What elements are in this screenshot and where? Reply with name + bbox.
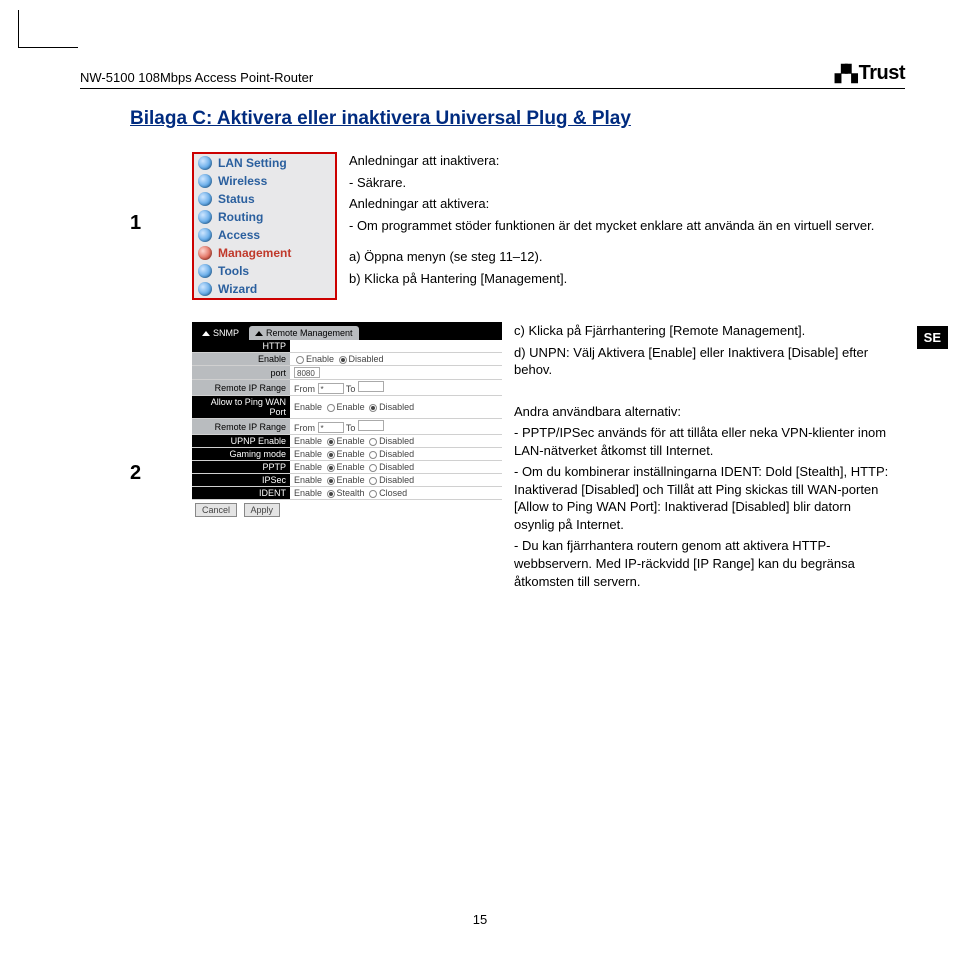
step-1-figure: LAN Setting Wireless Status Routing Acce… — [192, 152, 337, 300]
bullet-icon — [198, 264, 212, 278]
text-line: Anledningar att aktivera: — [349, 195, 894, 213]
row-gaming-value: Enable Enable Disabled — [290, 448, 502, 461]
row-allowping-value: Enable Enable Disabled — [290, 396, 502, 419]
ip-to-input — [358, 381, 384, 392]
radio-icon — [327, 451, 335, 459]
row-gaming: Gaming mode — [192, 448, 290, 461]
brand-logo: ▞▚ Trust — [835, 62, 905, 85]
row-iprange2-value: From * To — [290, 419, 502, 435]
row-http: HTTP — [192, 340, 290, 353]
row-iprange: Remote IP Range — [192, 380, 290, 396]
row-ipsec-value: Enable Enable Disabled — [290, 474, 502, 487]
text-line: - PPTP/IPSec används för att tillåta ell… — [514, 424, 894, 459]
radio-icon — [369, 451, 377, 459]
radio-icon — [369, 438, 377, 446]
menu-item-wizard: Wizard — [194, 280, 335, 298]
panel-button-row: Cancel Apply — [192, 500, 502, 520]
row-port: port — [192, 366, 290, 380]
triangle-icon — [202, 331, 210, 336]
row-enable: Enable — [192, 353, 290, 366]
row-ipsec: IPSec — [192, 474, 290, 487]
row-upnp-value: Enable Enable Disabled — [290, 435, 502, 448]
step-2-figure: SNMP Remote Management HTTP Enable Enabl… — [192, 322, 502, 520]
menu-item-tools: Tools — [194, 262, 335, 280]
step-1-description: Anledningar att inaktivera: - Säkrare. A… — [349, 152, 894, 291]
bullet-icon — [198, 174, 212, 188]
text-line: a) Öppna menyn (se steg 11–12). — [349, 248, 894, 266]
row-port-value: 8080 — [290, 366, 502, 380]
page-header: NW-5100 108Mbps Access Point-Router ▞▚ T… — [80, 62, 905, 89]
bullet-icon — [198, 228, 212, 242]
radio-icon — [296, 356, 304, 364]
bullet-icon — [198, 192, 212, 206]
port-input: 8080 — [294, 367, 320, 378]
radio-icon — [369, 490, 377, 498]
menu-item-management: Management — [194, 244, 335, 262]
doc-title: NW-5100 108Mbps Access Point-Router — [80, 70, 313, 85]
bullet-icon — [198, 210, 212, 224]
bullet-icon — [198, 246, 212, 260]
page-number: 15 — [0, 912, 960, 927]
brand-icon: ▞▚ — [835, 64, 856, 84]
step-2-description-wrap: c) Klicka på Fjärrhantering [Remote Mana… — [514, 322, 894, 594]
menu-item-routing: Routing — [194, 208, 335, 226]
ip-to-input — [358, 420, 384, 431]
menu-item-access: Access — [194, 226, 335, 244]
text-line: - Säkrare. — [349, 174, 894, 192]
row-pptp: PPTP — [192, 461, 290, 474]
ip-from-input: * — [318, 383, 344, 394]
settings-table: HTTP Enable Enable Disabled port 8080 Re… — [192, 340, 502, 500]
step-number-2: 2 — [130, 322, 180, 485]
row-ident-value: Enable Stealth Closed — [290, 487, 502, 500]
brand-text: Trust — [859, 62, 905, 85]
text-line: b) Klicka på Hantering [Management]. — [349, 270, 894, 288]
step-1-row: 1 LAN Setting Wireless Status Routing Ac… — [130, 152, 894, 300]
text-line: d) UNPN: Välj Aktivera [Enable] eller In… — [514, 344, 894, 379]
menu-item-status: Status — [194, 190, 335, 208]
apply-button: Apply — [244, 503, 281, 517]
text-line: c) Klicka på Fjärrhantering [Remote Mana… — [514, 322, 894, 340]
tab-remote-management: Remote Management — [249, 326, 359, 340]
radio-icon — [327, 477, 335, 485]
menu-item-lan: LAN Setting — [194, 154, 335, 172]
bullet-icon — [198, 156, 212, 170]
radio-icon — [327, 464, 335, 472]
tab-snmp: SNMP — [196, 326, 245, 340]
router-side-menu: LAN Setting Wireless Status Routing Acce… — [192, 152, 337, 300]
radio-icon — [339, 356, 347, 364]
step-number-1: 1 — [130, 152, 180, 235]
row-iprange2: Remote IP Range — [192, 419, 290, 435]
corner-decoration — [18, 10, 78, 48]
text-line: - Om du kombinerar inställningarna IDENT… — [514, 463, 894, 533]
page-content: Bilaga C: Aktivera eller inaktivera Univ… — [130, 108, 894, 616]
ip-from-input: * — [318, 422, 344, 433]
triangle-icon — [255, 331, 263, 336]
remote-management-panel: SNMP Remote Management HTTP Enable Enabl… — [192, 322, 502, 520]
section-heading: Bilaga C: Aktivera eller inaktivera Univ… — [130, 108, 894, 130]
radio-icon — [327, 438, 335, 446]
step-2-row: 2 SNMP Remote Management HTTP Enable Ena… — [130, 322, 894, 594]
row-allowping: Allow to Ping WAN Port — [192, 396, 290, 419]
language-badge: SE — [917, 326, 948, 349]
bullet-icon — [198, 282, 212, 296]
row-ident: IDENT — [192, 487, 290, 500]
row-upnp: UPNP Enable — [192, 435, 290, 448]
row-enable-value: Enable Disabled — [290, 353, 502, 366]
menu-item-wireless: Wireless — [194, 172, 335, 190]
row-iprange-value: From * To — [290, 380, 502, 396]
radio-icon — [327, 404, 335, 412]
step-2-description: c) Klicka på Fjärrhantering [Remote Mana… — [514, 322, 894, 590]
row-pptp-value: Enable Enable Disabled — [290, 461, 502, 474]
text-line: Andra användbara alternativ: — [514, 403, 894, 421]
cancel-button: Cancel — [195, 503, 237, 517]
radio-icon — [369, 464, 377, 472]
text-line: - Om programmet stöder funktionen är det… — [349, 217, 894, 235]
panel-tabbar: SNMP Remote Management — [192, 322, 502, 340]
radio-icon — [327, 490, 335, 498]
text-line: Anledningar att inaktivera: — [349, 152, 894, 170]
text-line: - Du kan fjärrhantera routern genom att … — [514, 537, 894, 590]
radio-icon — [369, 404, 377, 412]
radio-icon — [369, 477, 377, 485]
